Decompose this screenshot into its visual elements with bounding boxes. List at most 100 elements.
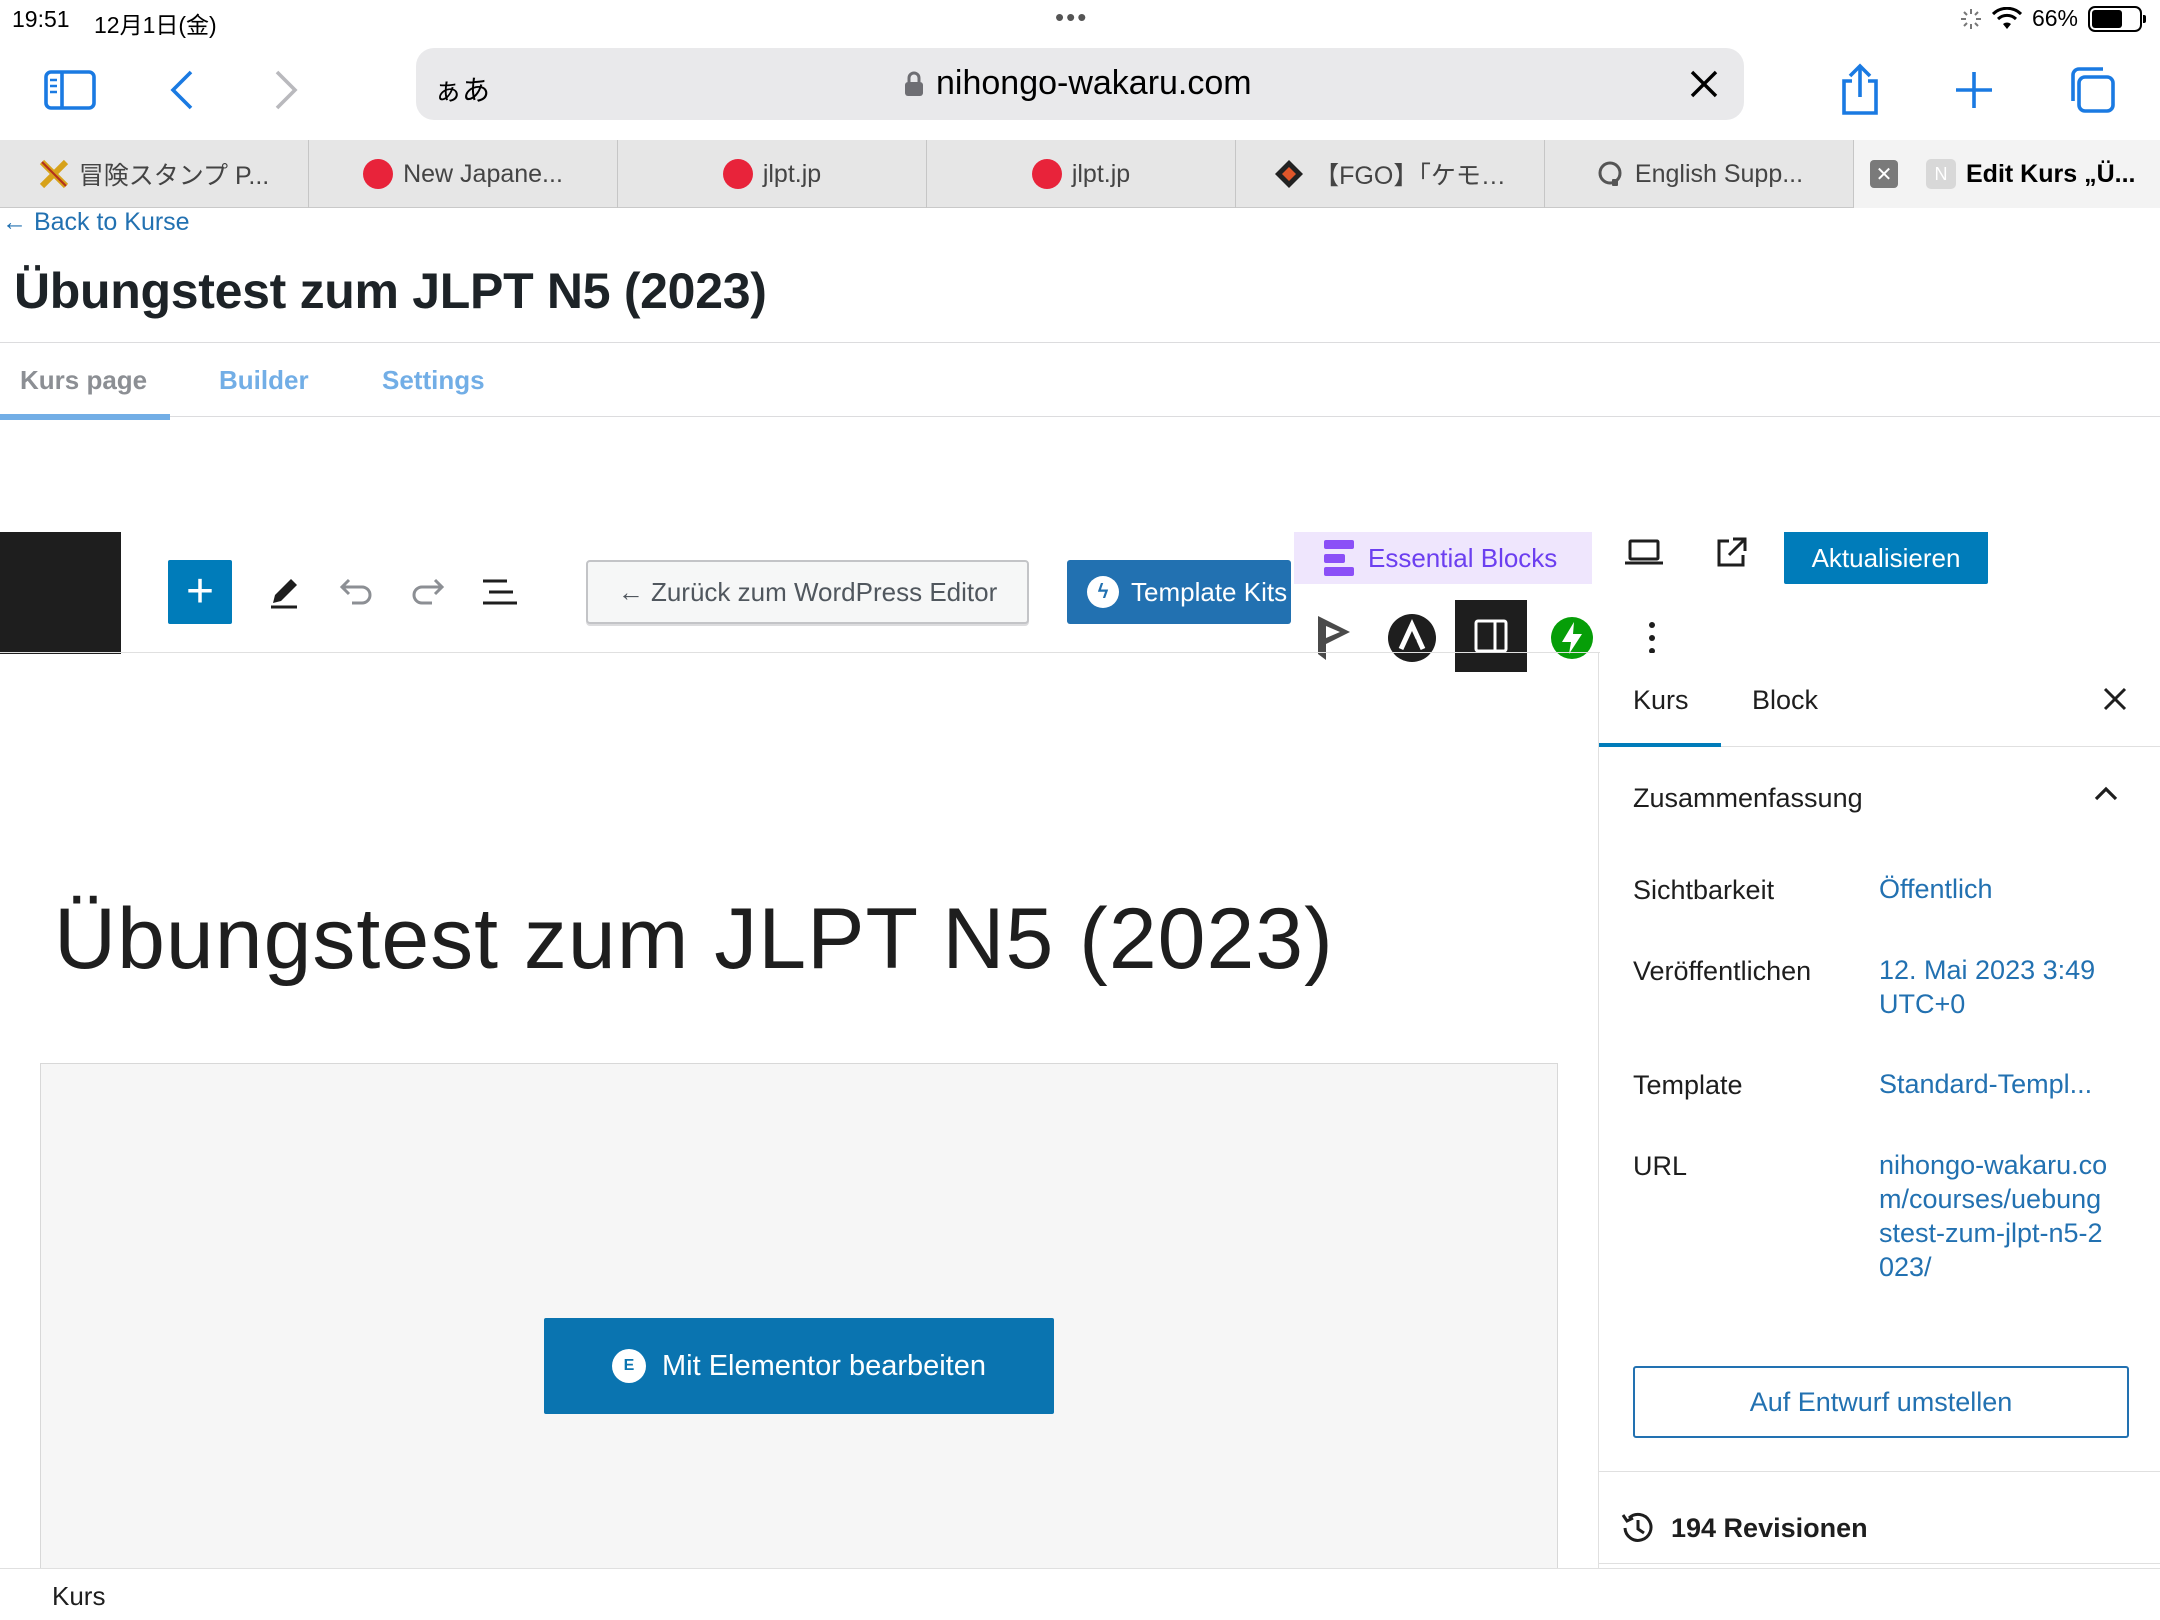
editor-footer: Kurs [0, 1568, 2160, 1620]
browser-tab-active[interactable]: ✕ N Edit Kurs „Ü... [1854, 140, 2160, 208]
tab-strip: 冒険スタンプ P... New Japane... jlpt.jp jlpt.j… [0, 140, 2160, 208]
back-icon[interactable] [152, 60, 212, 120]
sidebar-panel-icon [1474, 619, 1508, 653]
visibility-label: Sichtbarkeit [1633, 875, 1775, 905]
tab-label: jlpt.jp [762, 159, 822, 188]
share-icon[interactable] [1830, 60, 1890, 120]
address-bar[interactable]: ぁあ nihongo-wakaru.com [416, 48, 1744, 120]
status-indicators: 66% [1960, 5, 2146, 32]
page-title: Übungstest zum JLPT N5 (2023) [14, 263, 767, 319]
browser-tab[interactable]: jlpt.jp [927, 140, 1236, 208]
template-value[interactable]: Standard-Templ... [1879, 1067, 2119, 1101]
tab-label: Edit Kurs „Ü... [1966, 159, 2136, 188]
tab-label: English Supp... [1634, 159, 1804, 188]
visibility-value[interactable]: Öffentlich [1879, 872, 2119, 906]
status-time: 19:51 [12, 6, 70, 32]
back-to-wordpress-editor-button[interactable]: ← Zurück zum WordPress Editor [586, 560, 1029, 624]
tab-kurs-page[interactable]: Kurs page [20, 365, 147, 396]
activity-icon [1960, 8, 1981, 29]
template-kits-button[interactable]: ϟ Template Kits [1067, 560, 1291, 624]
tab-settings[interactable]: Settings [382, 365, 485, 396]
tab-label: New Japane... [403, 159, 563, 188]
browser-toolbar: ぁあ nihongo-wakaru.com [0, 40, 2160, 140]
summary-panel-title[interactable]: Zusammenfassung [1633, 783, 1863, 814]
tab-builder[interactable]: Builder [219, 365, 309, 396]
sidebar-icon[interactable] [40, 60, 100, 120]
browser-tab[interactable]: New Japane... [309, 140, 618, 208]
diamond-logo-icon [1274, 159, 1304, 189]
history-icon [1621, 1512, 1653, 1542]
divider [1599, 1563, 2160, 1564]
template-kits-label: Template Kits [1131, 576, 1288, 607]
pencil-icon[interactable] [260, 568, 308, 616]
browser-tab[interactable]: English Supp... [1545, 140, 1854, 208]
reader-options-button[interactable]: ぁあ [434, 69, 490, 109]
tab-label: 冒険スタンプ P... [78, 162, 270, 190]
block-breadcrumb[interactable]: Kurs [52, 1581, 105, 1612]
red-circle-icon [722, 159, 753, 189]
post-title-field[interactable]: Übungstest zum JLPT N5 (2023) [54, 890, 1334, 989]
block-inserter-button[interactable]: + [168, 560, 232, 624]
header-divider [0, 652, 1600, 653]
status-bar: 19:51 12月1日(金) ••• 66% [0, 0, 2160, 40]
redo-icon[interactable] [404, 568, 452, 616]
support-icon [1595, 159, 1625, 189]
document-overview-icon[interactable] [476, 568, 524, 616]
device-preview-icon[interactable] [1620, 528, 1668, 576]
edit-with-elementor-button[interactable]: E Mit Elementor bearbeiten [544, 1318, 1054, 1414]
battery-percent: 66% [2031, 5, 2078, 31]
active-tab-indicator [1599, 743, 1721, 747]
essential-blocks-button[interactable]: Essential Blocks [1294, 532, 1592, 584]
tab-overview-icon[interactable] [2062, 60, 2122, 120]
settings-sidebar-toggle[interactable] [1455, 600, 1527, 672]
revisions-label: 194 Revisionen [1671, 1512, 1868, 1543]
new-tab-icon[interactable] [1944, 60, 2004, 120]
essential-blocks-logo-icon [1324, 540, 1354, 576]
close-icon[interactable] [2099, 683, 2131, 715]
red-circle-icon [1031, 159, 1062, 189]
multitasking-dots-icon[interactable]: ••• [1055, 2, 1088, 33]
browser-tab[interactable]: jlpt.jp [618, 140, 927, 208]
tab-label: 【FGO】｢ケモ… [1314, 162, 1506, 190]
update-button[interactable]: Aktualisieren [1784, 532, 1988, 584]
url-label: URL [1633, 1151, 1688, 1181]
switch-to-draft-button[interactable]: Auf Entwurf umstellen [1633, 1366, 2129, 1438]
browser-tab[interactable]: 冒険スタンプ P... [0, 140, 309, 208]
forward-icon[interactable] [256, 60, 316, 120]
close-icon[interactable] [1684, 64, 1724, 104]
close-tab-icon[interactable]: ✕ [1870, 160, 1898, 188]
publish-label: Veröffentlichen [1633, 956, 1812, 986]
jetpack-bolt-icon[interactable] [1546, 612, 1598, 664]
publish-date-value[interactable]: 12. Mai 2023 3:49 UTC+0 [1879, 953, 2119, 1021]
lock-icon [905, 71, 923, 96]
tab-kurs[interactable]: Kurs [1633, 685, 1689, 716]
external-link-icon[interactable] [1708, 528, 1756, 576]
template-label: Template [1633, 1070, 1743, 1100]
lightning-icon: ϟ [1087, 576, 1119, 608]
red-circle-icon [363, 159, 394, 189]
divider [1599, 1471, 2160, 1472]
url-text[interactable]: nihongo-wakaru.com [936, 64, 1252, 103]
elementor-logo-icon: E [612, 1349, 646, 1383]
x-logo-icon [39, 159, 69, 189]
wifi-icon [1991, 6, 2022, 29]
browser-tab[interactable]: 【FGO】｢ケモ… [1236, 140, 1545, 208]
battery-icon [2088, 5, 2146, 32]
sidebar-tabs: Kurs Block [1599, 653, 2160, 747]
undo-icon[interactable] [332, 568, 380, 616]
course-subnav: Kurs page Builder Settings [0, 343, 2160, 420]
back-to-kurse-link[interactable]: ← Back to Kurse [2, 208, 190, 237]
revisions-link[interactable]: 194 Revisionen [1619, 1509, 1868, 1547]
active-tab-indicator [0, 414, 170, 420]
wordpress-menu-button[interactable] [0, 532, 121, 654]
tab-label: jlpt.jp [1071, 159, 1131, 188]
essential-blocks-label: Essential Blocks [1368, 542, 1558, 573]
chevron-up-icon[interactable] [2092, 783, 2120, 803]
plugin-a-icon[interactable] [1386, 612, 1438, 664]
n-icon: N [1926, 159, 1956, 189]
plugin-p-icon[interactable] [1308, 612, 1360, 664]
url-value[interactable]: nihongo-wakaru.com/courses/uebungstest-z… [1879, 1148, 2109, 1284]
tab-block[interactable]: Block [1752, 685, 1818, 716]
edit-with-elementor-label: Mit Elementor bearbeiten [662, 1349, 986, 1382]
status-date: 12月1日(金) [94, 12, 217, 38]
